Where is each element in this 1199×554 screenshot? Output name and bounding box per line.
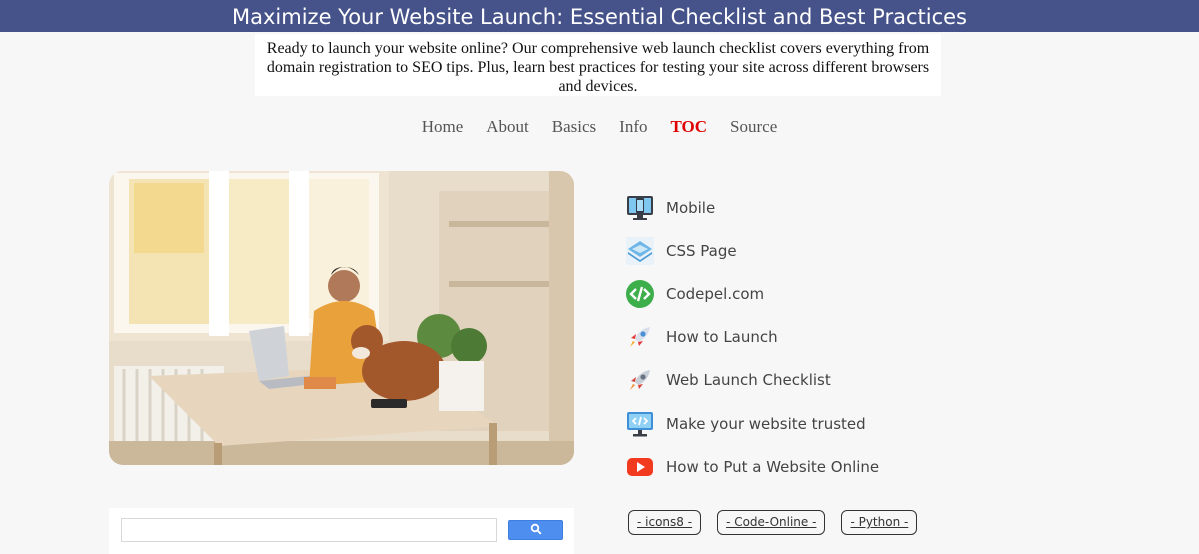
link-label: How to Launch [666,328,778,347]
page-title: Maximize Your Website Launch: Essential … [232,5,967,29]
page-banner: Maximize Your Website Launch: Essential … [0,0,1199,32]
link-mobile[interactable]: Mobile [624,186,1044,229]
nav-home[interactable]: Home [422,115,464,141]
css-page-icon [624,235,655,266]
link-label: How to Put a Website Online [666,457,880,476]
code-tag-icon [624,278,655,309]
link-label: Web Launch Checklist [666,371,831,390]
tag-code-online[interactable]: - Code-Online - [717,510,826,535]
nav-about[interactable]: About [486,115,529,141]
tag-list: - icons8 - - Code-Online - - Python - [628,510,918,535]
search-widget [109,508,574,554]
intro-text: Ready to launch your website online? Our… [255,34,941,96]
search-input[interactable] [121,518,497,542]
link-label: Mobile [666,198,716,217]
link-label: Make your website trusted [666,414,866,433]
link-list: Mobile CSS Page Codepel.com How to Launc… [624,186,1044,488]
tag-python[interactable]: - Python - [841,510,918,535]
nav-source[interactable]: Source [730,115,777,141]
rocket-icon [624,322,655,353]
search-button[interactable] [508,520,563,540]
youtube-play-icon [624,451,655,482]
nav-toc[interactable]: TOC [671,115,708,141]
nav-info[interactable]: Info [619,115,647,141]
link-website-trusted[interactable]: Make your website trusted [624,402,1044,445]
link-css-page[interactable]: CSS Page [624,229,1044,272]
mobile-monitor-icon [624,192,655,223]
link-web-launch-checklist[interactable]: Web Launch Checklist [624,359,1044,402]
main-nav: Home About Basics Info TOC Source [0,115,1199,141]
link-codepel[interactable]: Codepel.com [624,272,1044,315]
rocket-icon [624,365,655,396]
link-label: CSS Page [666,241,737,260]
link-label: Codepel.com [666,284,765,303]
nav-basics[interactable]: Basics [552,115,596,141]
hero-image [109,171,574,465]
link-how-to-launch[interactable]: How to Launch [624,316,1044,359]
search-icon [530,523,542,538]
link-put-website-online[interactable]: How to Put a Website Online [624,445,1044,488]
code-monitor-icon [624,408,655,439]
tag-icons8[interactable]: - icons8 - [628,510,702,535]
